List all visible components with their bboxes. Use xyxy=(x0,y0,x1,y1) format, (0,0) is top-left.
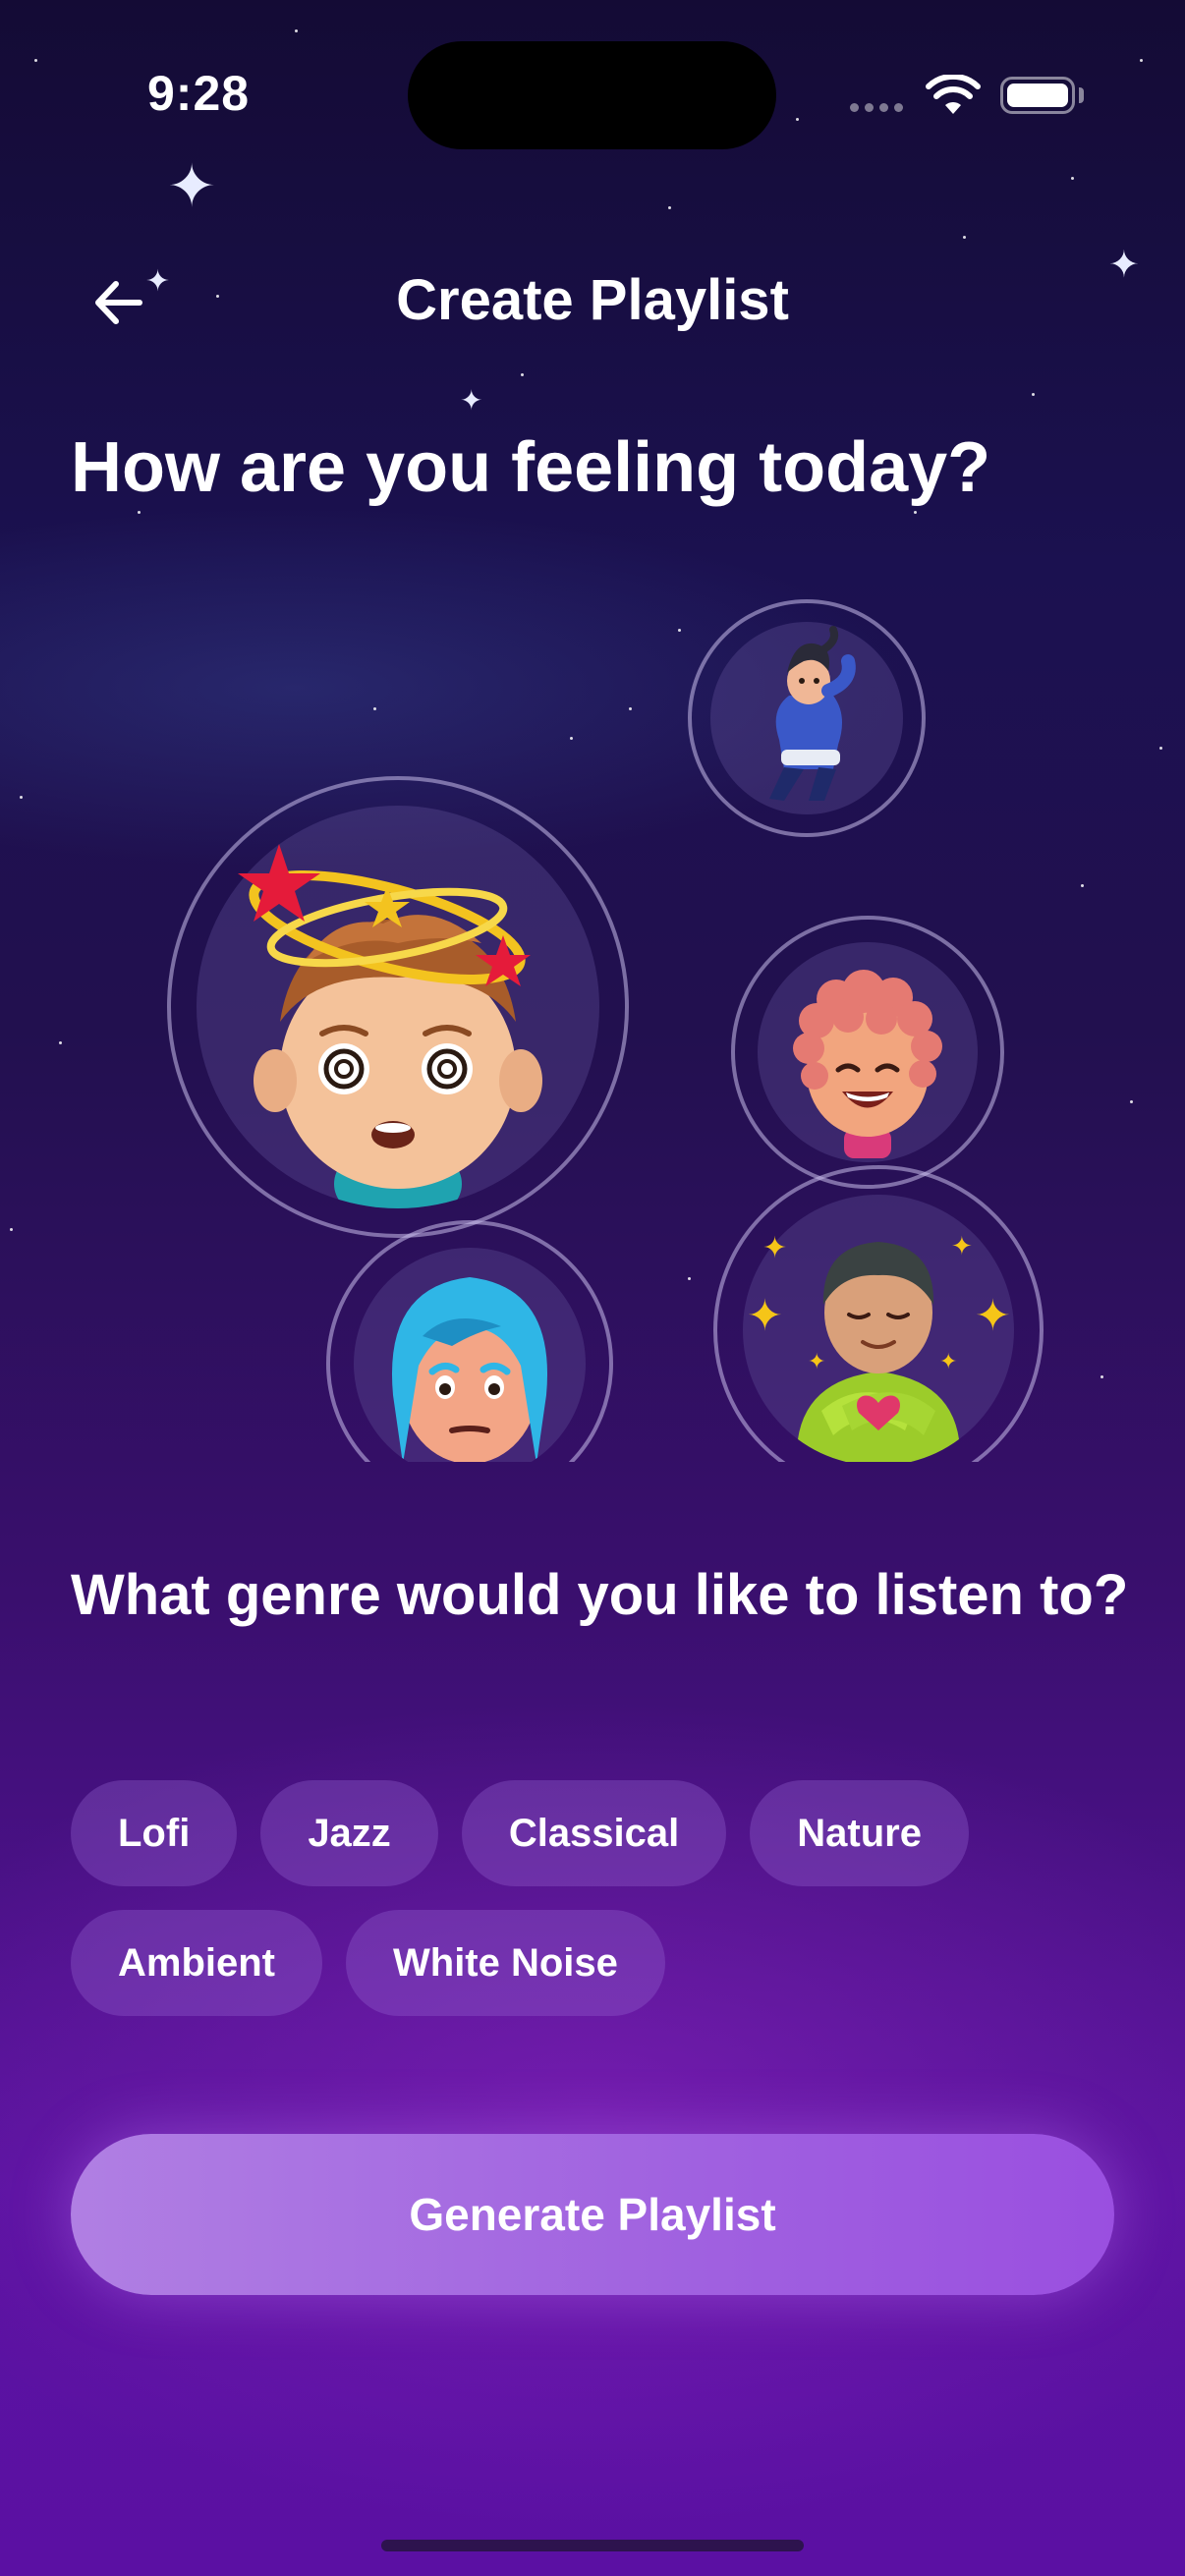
sparkle-icon: ✦ xyxy=(951,1232,973,1261)
genre-chip-jazz[interactable]: Jazz xyxy=(260,1780,438,1886)
sparkle-icon: ✦ xyxy=(939,1350,958,1374)
page-title: Create Playlist xyxy=(396,268,789,332)
genre-chip-ambient[interactable]: Ambient xyxy=(71,1910,322,2016)
orbiting-stars-icon xyxy=(238,844,531,986)
genre-chip-lofi[interactable]: Lofi xyxy=(71,1780,238,1886)
laughing-curly-hair-avatar-icon xyxy=(793,970,942,1158)
mood-bubble-worried[interactable] xyxy=(326,1220,613,1462)
sparkle-icon: ✦ xyxy=(808,1350,826,1374)
genre-chip-classical[interactable]: Classical xyxy=(461,1780,727,1886)
mood-bubble-relaxed[interactable] xyxy=(688,599,926,837)
dynamic-island xyxy=(408,41,776,149)
genre-chip-white-noise[interactable]: White Noise xyxy=(346,1910,665,2016)
genre-chip-nature[interactable]: Nature xyxy=(750,1780,969,1886)
cellular-signal-icon xyxy=(850,103,903,112)
sparkle-icon: ✦ xyxy=(460,384,483,417)
worried-blue-hair-avatar-icon xyxy=(392,1277,547,1462)
sparkle-icon: ✦ xyxy=(747,1291,783,1341)
battery-icon xyxy=(1000,77,1075,114)
mood-bubble-grateful[interactable]: ✦ ✦ ✦ ✦ ✦ ✦ xyxy=(713,1165,1044,1462)
mood-bubble-happy[interactable] xyxy=(731,916,1004,1189)
generate-playlist-button[interactable]: Generate Playlist xyxy=(71,2134,1114,2295)
battery-cap xyxy=(1079,87,1084,103)
genre-heading: What genre would you like to listen to? xyxy=(71,1563,1129,1627)
status-time: 9:28 xyxy=(147,66,251,121)
sparkle-icon: ✦ xyxy=(975,1291,1011,1341)
mood-bubble-dizzy[interactable] xyxy=(167,776,629,1238)
mood-heading: How are you feeling today? xyxy=(71,428,991,507)
sparkle-icon: ✦ xyxy=(167,152,217,221)
wifi-icon xyxy=(926,75,981,114)
relaxed-floating-avatar-icon xyxy=(769,626,856,801)
mood-picker: ✦ ✦ ✦ ✦ ✦ ✦ xyxy=(0,570,1185,1462)
home-indicator[interactable] xyxy=(381,2540,804,2551)
genre-chip-list: Lofi Jazz Classical Nature Ambient White… xyxy=(71,1780,1132,2016)
sparkle-icon: ✦ xyxy=(762,1231,788,1265)
